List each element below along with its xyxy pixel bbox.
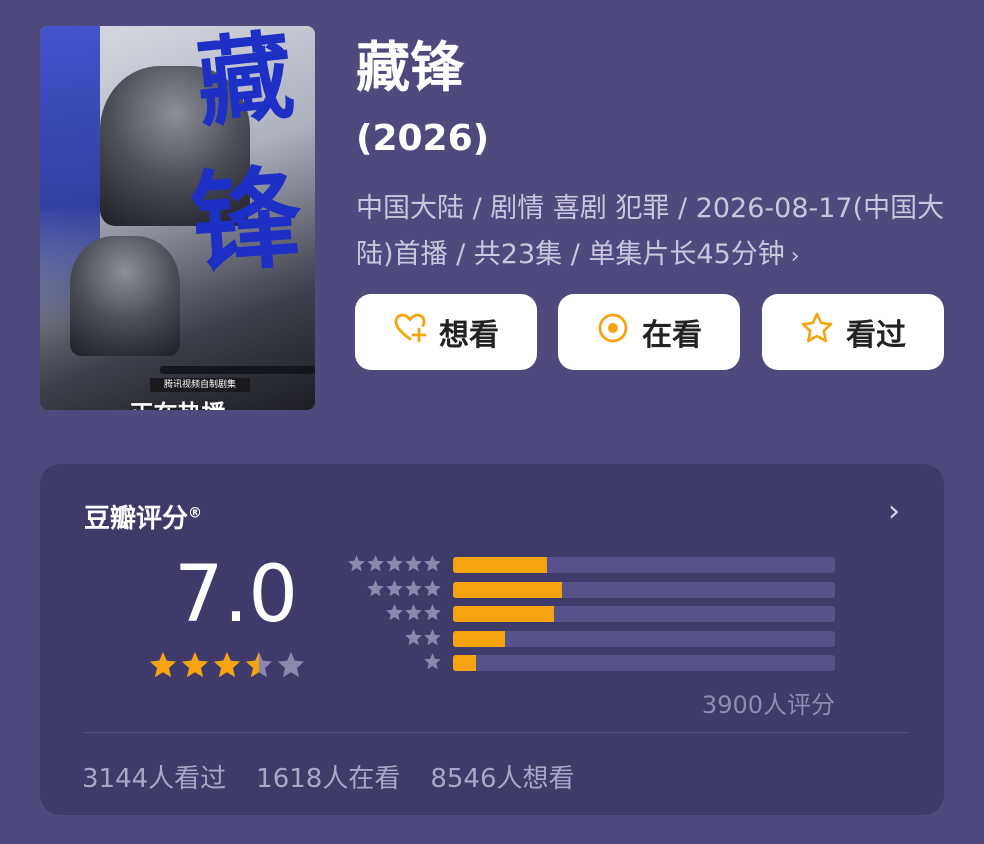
rating-row-stars [366, 579, 442, 602]
rating-row-stars [404, 628, 442, 651]
rating-row-stars [385, 603, 442, 626]
rating-row-2-star [342, 628, 842, 652]
poster-image[interactable]: 藏 锋 腾讯视频自制剧集 正在热播 [40, 26, 315, 410]
star-icon [347, 554, 366, 577]
rating-bar-fill [453, 655, 476, 671]
stat-want[interactable]: 8546人想看 [430, 758, 574, 795]
star-icon [180, 650, 210, 684]
want-button-label: 想看 [439, 318, 499, 353]
star-icon [366, 554, 385, 577]
stat-watched[interactable]: 3144人看过 [82, 758, 226, 795]
star-icon [366, 579, 385, 602]
rating-count: 3900人评分 [701, 691, 835, 719]
rating-row-stars [347, 554, 442, 577]
divider [84, 732, 908, 733]
star-icon [404, 579, 423, 602]
watched-button[interactable]: 看过 [762, 294, 944, 370]
watching-button[interactable]: 在看 [558, 294, 740, 370]
poster-badge: 腾讯视频自制剧集 [150, 378, 250, 392]
rating-title-text: 豆瓣评分 [84, 504, 189, 534]
stat-watching[interactable]: 1618人在看 [256, 758, 400, 795]
star-icon [385, 603, 404, 626]
rating-row-5-star [342, 554, 842, 578]
rating-row-1-star [342, 652, 842, 676]
poster-status: 正在热播 [40, 394, 315, 410]
show-meta-text: 中国大陆 / 剧情 喜剧 犯罪 / 2026-08-17(中国大陆)首播 / 共… [356, 193, 945, 270]
want-button[interactable]: 想看 [355, 294, 537, 370]
star-icon [244, 650, 274, 684]
rating-row-4-star [342, 579, 842, 603]
star-icon [404, 628, 423, 651]
rating-row-3-star [342, 603, 842, 627]
rating-bar-fill [453, 557, 547, 573]
star-icon [276, 650, 306, 684]
star-icon [423, 579, 442, 602]
show-year: (2026) [356, 118, 490, 159]
rating-section-title: 豆瓣评分® [84, 498, 202, 535]
show-meta[interactable]: 中国大陆 / 剧情 喜剧 犯罪 / 2026-08-17(中国大陆)首播 / 共… [356, 186, 946, 280]
rating-card[interactable]: 豆瓣评分® › 7.0 3900人评分 3144人看过 1618人在看 8546… [40, 464, 944, 815]
star-icon [385, 554, 404, 577]
rating-bar-track [453, 655, 835, 671]
poster-figure-bottom [70, 236, 180, 356]
rating-bar-fill [453, 581, 562, 598]
rating-bar-track [453, 606, 835, 622]
star-icon [423, 652, 442, 675]
chevron-right-icon: › [790, 244, 800, 269]
rating-score: 7.0 [174, 550, 299, 640]
star-icon [385, 579, 404, 602]
star-icon [423, 628, 442, 651]
registered-mark: ® [188, 505, 203, 522]
heart-plus-icon [393, 311, 427, 353]
chevron-right-icon[interactable]: › [888, 494, 900, 529]
star-icon [423, 603, 442, 626]
star-icon [212, 650, 242, 684]
rating-bar-track [453, 557, 835, 573]
show-title: 藏锋 [356, 36, 464, 99]
star-icon [423, 554, 442, 577]
target-icon [596, 311, 630, 353]
star-outline-icon [800, 311, 834, 353]
rating-bar-track [453, 581, 835, 598]
rating-row-stars [423, 652, 442, 675]
star-icon [404, 554, 423, 577]
poster-title-char-2: 锋 [186, 152, 306, 289]
watching-button-label: 在看 [642, 318, 702, 353]
star-icon [148, 650, 178, 684]
watched-button-label: 看过 [846, 318, 906, 353]
poster-title-char-1: 藏 [191, 26, 299, 141]
poster-rifle [160, 366, 315, 374]
rating-stars [148, 650, 306, 684]
rating-bar-fill [453, 630, 505, 647]
rating-bar-fill [453, 606, 555, 622]
watch-stats: 3144人看过 1618人在看 8546人想看 [82, 758, 575, 795]
star-icon [404, 603, 423, 626]
rating-bar-track [453, 630, 835, 647]
